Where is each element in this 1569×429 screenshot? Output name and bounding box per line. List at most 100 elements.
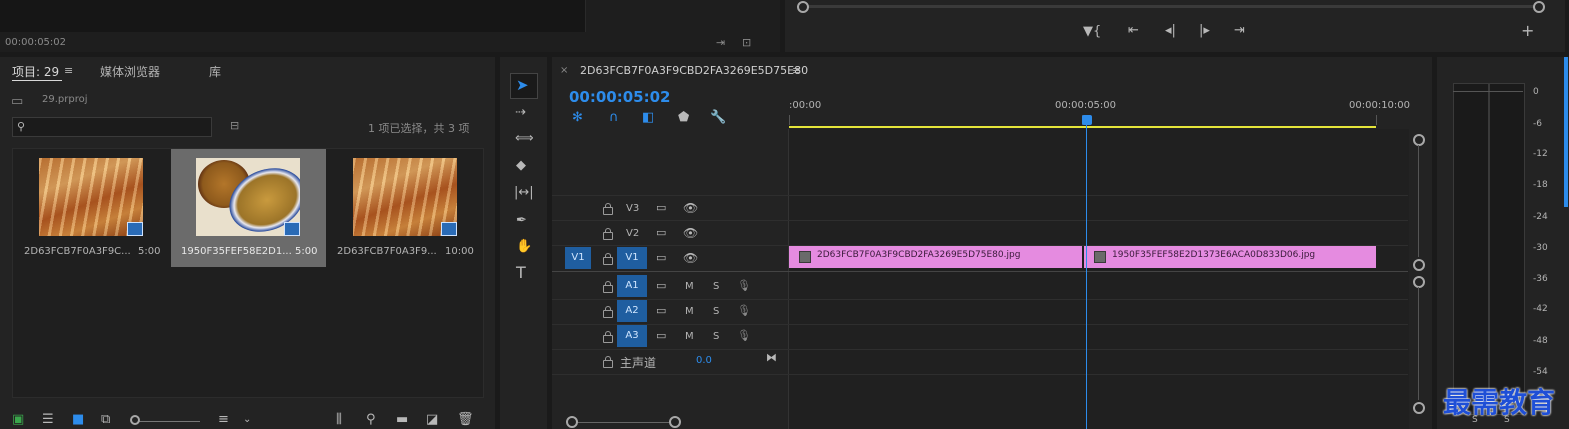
project-item[interactable]: 2D63FCB7F0A3F9... 10:00 bbox=[328, 150, 483, 266]
lock-icon[interactable] bbox=[603, 203, 613, 215]
razor-tool-icon[interactable]: ◆ bbox=[516, 159, 526, 173]
lock-icon[interactable] bbox=[603, 356, 613, 368]
automate-to-sequence-icon[interactable]: ⫼ bbox=[336, 413, 342, 427]
project-item[interactable]: 2D63FCB7F0A3F9C... 5:00 bbox=[14, 150, 169, 266]
track-select-tool-icon[interactable]: ⇢ bbox=[515, 106, 526, 120]
linked-selection-icon[interactable]: ◧ bbox=[642, 111, 654, 125]
track-target-a3[interactable]: A3 bbox=[617, 325, 647, 347]
timeline-clip[interactable]: 1950F35FEF58E2D1373E6ACA0D833D06.jpg bbox=[1084, 246, 1376, 268]
insert-icon[interactable]: ⇥ bbox=[716, 36, 725, 50]
vertical-scroll-handle[interactable] bbox=[1413, 134, 1425, 146]
eye-icon[interactable]: 👁 bbox=[683, 226, 698, 240]
snap-icon[interactable]: ∩ bbox=[609, 111, 619, 125]
vertical-scrollbar[interactable] bbox=[1418, 145, 1419, 257]
playhead-line[interactable] bbox=[1086, 124, 1087, 429]
track-target-a1[interactable]: A1 bbox=[617, 275, 647, 297]
microphone-icon[interactable]: 🎙 bbox=[737, 304, 751, 318]
timeline-clip[interactable]: 2D63FCB7F0A3F9CBD2FA3269E5D75E80.jpg bbox=[789, 246, 1082, 268]
step-forward-icon[interactable]: |▸ bbox=[1199, 24, 1210, 38]
list-view-icon[interactable]: ☰ bbox=[42, 413, 54, 427]
freeform-view-icon[interactable]: ⧉ bbox=[101, 413, 110, 427]
sync-lock-icon[interactable]: ▭ bbox=[656, 329, 666, 343]
meter-scrollbar[interactable] bbox=[1564, 57, 1568, 207]
master-volume-value[interactable]: 0.0 bbox=[696, 355, 712, 366]
tab-media-browser[interactable]: 媒体浏览器 bbox=[100, 63, 160, 80]
go-to-end-icon[interactable]: ⧓ bbox=[766, 351, 777, 365]
solo-button[interactable]: S bbox=[713, 306, 719, 317]
go-to-in-icon[interactable]: ⇤ bbox=[1128, 24, 1139, 38]
zoom-slider[interactable] bbox=[134, 421, 200, 422]
icon-view-icon[interactable]: ■ bbox=[72, 413, 84, 427]
sync-lock-icon[interactable]: ▭ bbox=[656, 251, 666, 265]
horizontal-scroll-handle[interactable] bbox=[669, 416, 681, 428]
lock-icon[interactable] bbox=[603, 253, 613, 265]
go-to-out-icon[interactable]: ⇥ bbox=[1234, 24, 1245, 38]
pen-tool-icon[interactable]: ✒ bbox=[516, 214, 527, 228]
sort-icon[interactable]: ≡ bbox=[218, 413, 229, 427]
slip-tool-icon[interactable]: |↔| bbox=[514, 186, 534, 200]
tab-project[interactable]: 项目: 29 bbox=[12, 63, 59, 80]
solo-button[interactable]: S bbox=[713, 281, 719, 292]
sync-lock-icon[interactable]: ▭ bbox=[656, 304, 666, 318]
new-item-icon[interactable]: ◪ bbox=[426, 413, 438, 427]
sequence-tab[interactable]: 2D63FCB7F0A3F9CBD2FA3269E5D75E80 bbox=[580, 64, 808, 77]
lock-icon[interactable]: ▣ bbox=[12, 413, 24, 427]
vertical-scroll-handle[interactable] bbox=[1413, 259, 1425, 271]
solo-button[interactable]: S bbox=[713, 331, 719, 342]
timeline-menu-icon[interactable]: ≡ bbox=[792, 64, 801, 78]
sync-lock-icon[interactable]: ▭ bbox=[656, 226, 666, 240]
marker-icon[interactable]: ▼ bbox=[1083, 25, 1093, 39]
type-tool-icon[interactable]: T bbox=[516, 265, 526, 281]
program-scrub-bar[interactable] bbox=[801, 5, 1541, 8]
eye-icon[interactable]: 👁 bbox=[683, 251, 698, 265]
vertical-scrollbar[interactable] bbox=[1418, 287, 1419, 400]
sync-lock-icon[interactable]: ▭ bbox=[656, 279, 666, 293]
new-bin-icon[interactable]: ⊟ bbox=[230, 119, 239, 133]
vertical-scroll-handle[interactable] bbox=[1413, 402, 1425, 414]
eye-icon[interactable]: 👁 bbox=[683, 201, 698, 215]
track-target-v1[interactable]: V1 bbox=[617, 247, 647, 269]
sync-lock-icon[interactable]: ▭ bbox=[656, 201, 666, 215]
close-icon[interactable]: × bbox=[560, 64, 568, 78]
ripple-edit-tool-icon[interactable]: ⟺ bbox=[515, 132, 534, 146]
add-marker-icon[interactable]: ⬟ bbox=[678, 111, 689, 125]
tab-libraries[interactable]: 库 bbox=[209, 63, 221, 80]
zoom-slider-handle[interactable] bbox=[130, 415, 140, 425]
source-patch-v1[interactable]: V1 bbox=[565, 247, 591, 269]
hand-tool-icon[interactable]: ✋ bbox=[516, 240, 532, 254]
step-back-icon[interactable]: ◂| bbox=[1165, 24, 1176, 38]
project-item-selected[interactable]: 1950F35FEF58E2D1... 5:00 bbox=[171, 149, 326, 267]
export-frame-icon[interactable]: ⊡ bbox=[742, 36, 751, 50]
timeline-settings-icon[interactable]: 🔧 bbox=[710, 111, 726, 125]
search-input[interactable]: ⚲ bbox=[12, 117, 212, 137]
work-area-bar[interactable] bbox=[789, 126, 1376, 128]
add-button-icon[interactable]: + bbox=[1521, 23, 1534, 39]
track-a2: A2 ▭ M S 🎙 bbox=[553, 299, 788, 323]
in-point-icon[interactable]: { bbox=[1093, 25, 1101, 39]
track-target-a2[interactable]: A2 bbox=[617, 300, 647, 322]
lock-icon[interactable] bbox=[603, 228, 613, 240]
chevron-down-icon[interactable]: ⌄ bbox=[243, 413, 251, 427]
scrub-start-handle[interactable] bbox=[797, 1, 809, 13]
new-bin-folder-icon[interactable]: ▬ bbox=[396, 413, 408, 427]
scrub-end-handle[interactable] bbox=[1533, 1, 1545, 13]
timeline-timecode[interactable]: 00:00:05:02 bbox=[569, 88, 671, 106]
find-icon[interactable]: ⚲ bbox=[366, 413, 376, 427]
playhead-head[interactable] bbox=[1082, 115, 1092, 125]
horizontal-scrollbar[interactable] bbox=[570, 422, 674, 423]
microphone-icon[interactable]: 🎙 bbox=[737, 279, 751, 293]
lock-icon[interactable] bbox=[603, 306, 613, 318]
panel-menu-icon[interactable]: ≡ bbox=[64, 64, 73, 78]
selection-tool-icon[interactable]: ➤ bbox=[516, 78, 529, 93]
nest-toggle-icon[interactable]: ✻ bbox=[572, 111, 583, 125]
vertical-scroll-handle[interactable] bbox=[1413, 276, 1425, 288]
mute-button[interactable]: M bbox=[685, 306, 694, 317]
mute-button[interactable]: M bbox=[685, 281, 694, 292]
trash-icon[interactable]: 🗑 bbox=[457, 413, 474, 427]
mute-button[interactable]: M bbox=[685, 331, 694, 342]
microphone-icon[interactable]: 🎙 bbox=[737, 329, 751, 343]
image-clip-icon bbox=[1094, 251, 1106, 263]
horizontal-scroll-handle[interactable] bbox=[566, 416, 578, 428]
lock-icon[interactable] bbox=[603, 331, 613, 343]
lock-icon[interactable] bbox=[603, 281, 613, 293]
